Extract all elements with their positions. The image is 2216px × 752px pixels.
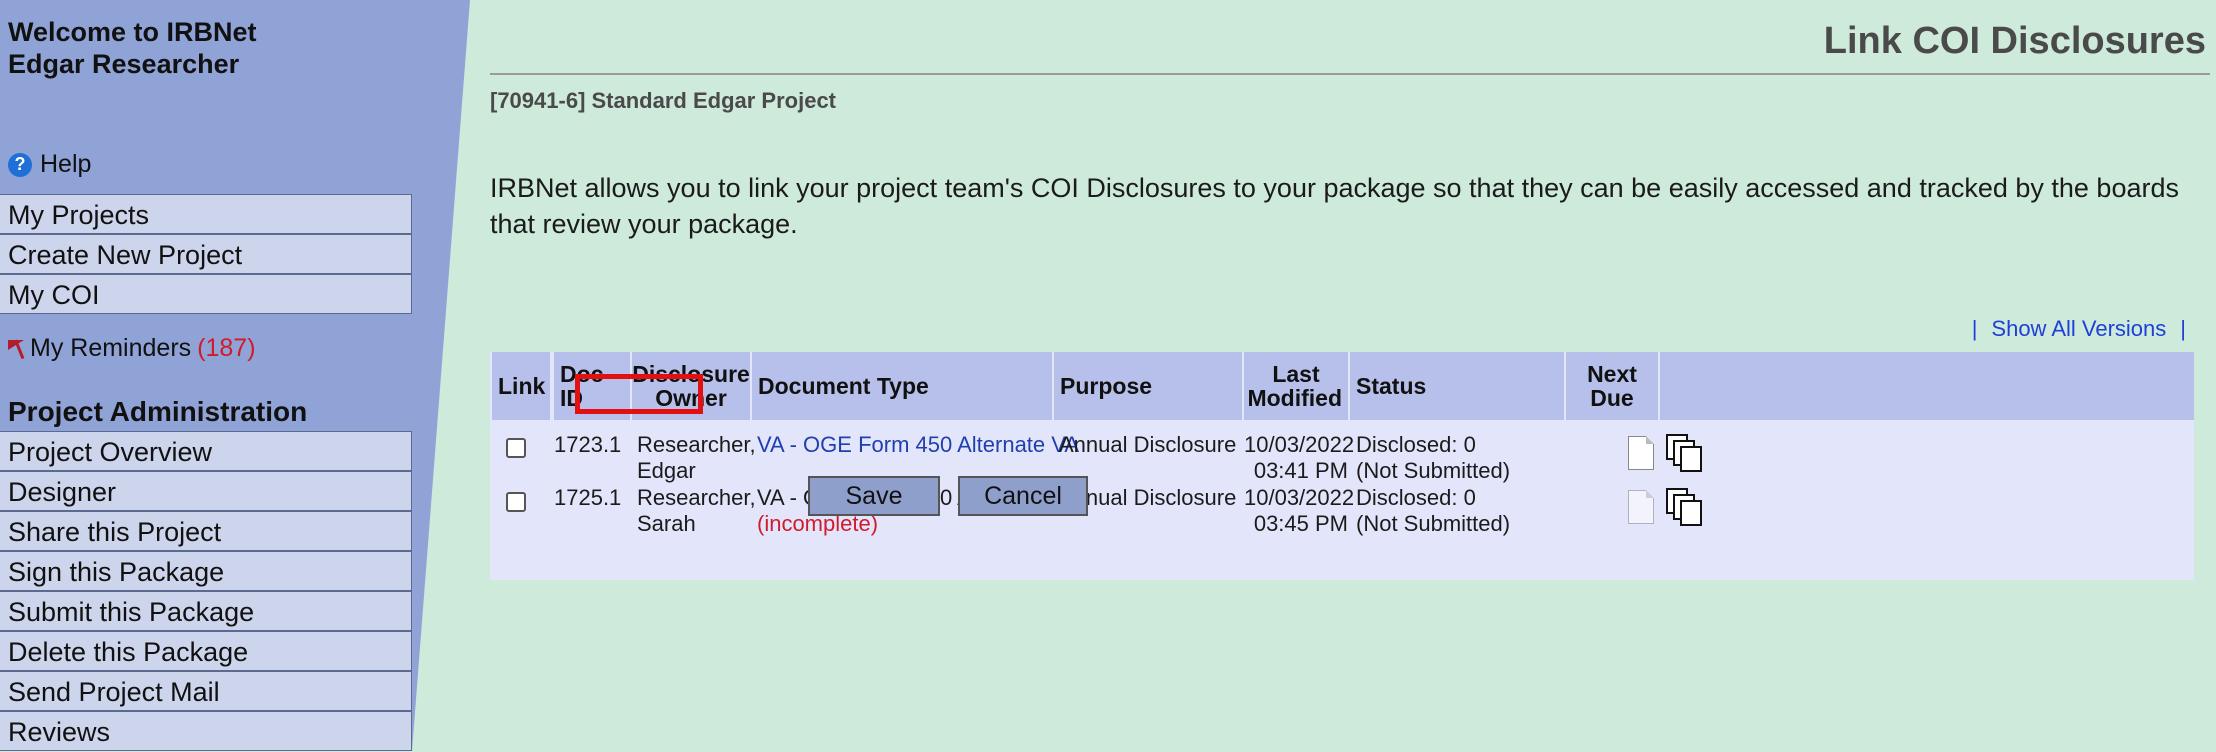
col-header-owner: Disclosure Owner	[632, 352, 750, 420]
col-header-modified-line1: Last	[1272, 361, 1320, 387]
col-header-link: Link	[492, 352, 550, 420]
document-icon[interactable]	[1628, 436, 1654, 470]
col-header-next-due-line2: Due	[1590, 385, 1634, 411]
col-header-modified-line2: Modified	[1247, 385, 1342, 411]
purpose: Annual Disclosure	[1059, 432, 1237, 457]
status-disclosed: Disclosed: 0	[1356, 485, 1476, 510]
copy-icon[interactable]	[1666, 434, 1702, 472]
welcome-title: Welcome to IRBNet	[8, 17, 257, 47]
flag-icon	[8, 338, 24, 360]
owner-name: Researcher, Edgar	[637, 432, 756, 484]
col-header-last-modified: Last Modified	[1244, 352, 1348, 420]
last-modified: 10/03/2022 03:41 PM	[1244, 432, 1355, 484]
col-header-owner-line2: Owner	[655, 385, 727, 411]
cancel-button[interactable]: Cancel	[958, 476, 1088, 516]
welcome-header: Welcome to IRBNet Edgar Researcher	[8, 16, 408, 80]
sidebar-item-share-project[interactable]: Share this Project	[0, 511, 412, 551]
sidebar-item-sign-package[interactable]: Sign this Package	[0, 551, 412, 591]
question-circle-icon: ?	[8, 152, 32, 177]
col-header-next-due: Next Due	[1566, 352, 1658, 420]
owner-first: Sarah	[637, 511, 696, 536]
doc-id: 1723.1	[554, 432, 622, 457]
col-header-actions	[1660, 352, 2194, 420]
modified-date: 10/03/2022	[1244, 432, 1355, 457]
title-divider	[490, 73, 2210, 75]
sidebar-item-reviews[interactable]: Reviews	[0, 711, 412, 751]
doc-id: 1725.1	[554, 485, 622, 510]
modified-date: 10/03/2022	[1244, 485, 1355, 510]
help-link[interactable]: ? Help	[8, 150, 91, 179]
status-submission: (Not Submitted)	[1356, 458, 1511, 483]
welcome-user: Edgar Researcher	[8, 49, 240, 79]
owner-last: Researcher,	[637, 432, 756, 457]
sidebar-item-project-overview[interactable]: Project Overview	[0, 431, 412, 471]
intro-text: IRBNet allows you to link your project t…	[490, 173, 2179, 239]
owner-first: Edgar	[637, 458, 696, 483]
modified-time: 03:45 PM	[1253, 511, 1348, 536]
sidebar-item-send-project-mail[interactable]: Send Project Mail	[0, 671, 412, 711]
sidebar-item-my-coi[interactable]: My COI	[0, 274, 412, 314]
project-name: [70941-6] Standard Edgar Project	[490, 88, 837, 113]
col-header-next-due-line1: Next	[1587, 361, 1637, 387]
copy-icon[interactable]	[1666, 488, 1702, 526]
col-header-purpose: Purpose	[1054, 352, 1242, 420]
separator: |	[1971, 316, 1978, 341]
show-all-versions-link[interactable]: Show All Versions	[1991, 316, 2166, 341]
sidebar-item-my-projects[interactable]: My Projects	[0, 194, 412, 234]
project-admin-heading: Project Administration	[8, 396, 308, 427]
sidebar-item-my-reminders[interactable]: My Reminders (187)	[8, 334, 256, 363]
modified-time: 03:41 PM	[1253, 458, 1348, 483]
link-checkbox[interactable]	[506, 438, 526, 458]
document-icon	[1628, 490, 1654, 524]
separator: |	[2180, 316, 2186, 341]
document-type-link[interactable]: VA - OGE Form 450 Alternate VA	[757, 432, 1079, 458]
sidebar-item-designer[interactable]: Designer	[0, 471, 412, 511]
link-checkbox[interactable]	[506, 492, 526, 512]
col-header-doc-type: Document Type	[752, 352, 1052, 420]
sidebar-item-delete-package[interactable]: Delete this Package	[0, 631, 412, 671]
reminders-label: My Reminders	[30, 334, 192, 362]
owner-last: Researcher,	[637, 485, 756, 510]
sidebar: Welcome to IRBNet Edgar Researcher ? Hel…	[0, 0, 470, 751]
page-title: Link COI Disclosures	[1823, 20, 2206, 62]
col-header-owner-line1: Disclosure	[632, 361, 750, 387]
col-header-status: Status	[1350, 352, 1564, 420]
last-modified: 10/03/2022 03:45 PM	[1244, 485, 1355, 537]
coi-disclosures-table: Link Doc ID Disclosure Owner Document Ty…	[490, 352, 2194, 580]
save-button[interactable]: Save	[808, 476, 940, 516]
status: Disclosed: 0 (Not Submitted)	[1356, 485, 1510, 537]
owner-name: Researcher, Sarah	[637, 485, 756, 537]
help-label: Help	[40, 150, 92, 178]
sidebar-item-create-new-project[interactable]: Create New Project	[0, 234, 412, 274]
sidebar-item-submit-package[interactable]: Submit this Package	[0, 591, 412, 631]
col-header-doc-id: Doc ID	[554, 352, 630, 420]
status-disclosed: Disclosed: 0	[1356, 432, 1476, 457]
reminders-count: (187)	[197, 334, 256, 362]
status: Disclosed: 0 (Not Submitted)	[1356, 432, 1510, 484]
show-versions-bar: | Show All Versions |	[1958, 316, 2200, 342]
status-submission: (Not Submitted)	[1356, 511, 1511, 536]
